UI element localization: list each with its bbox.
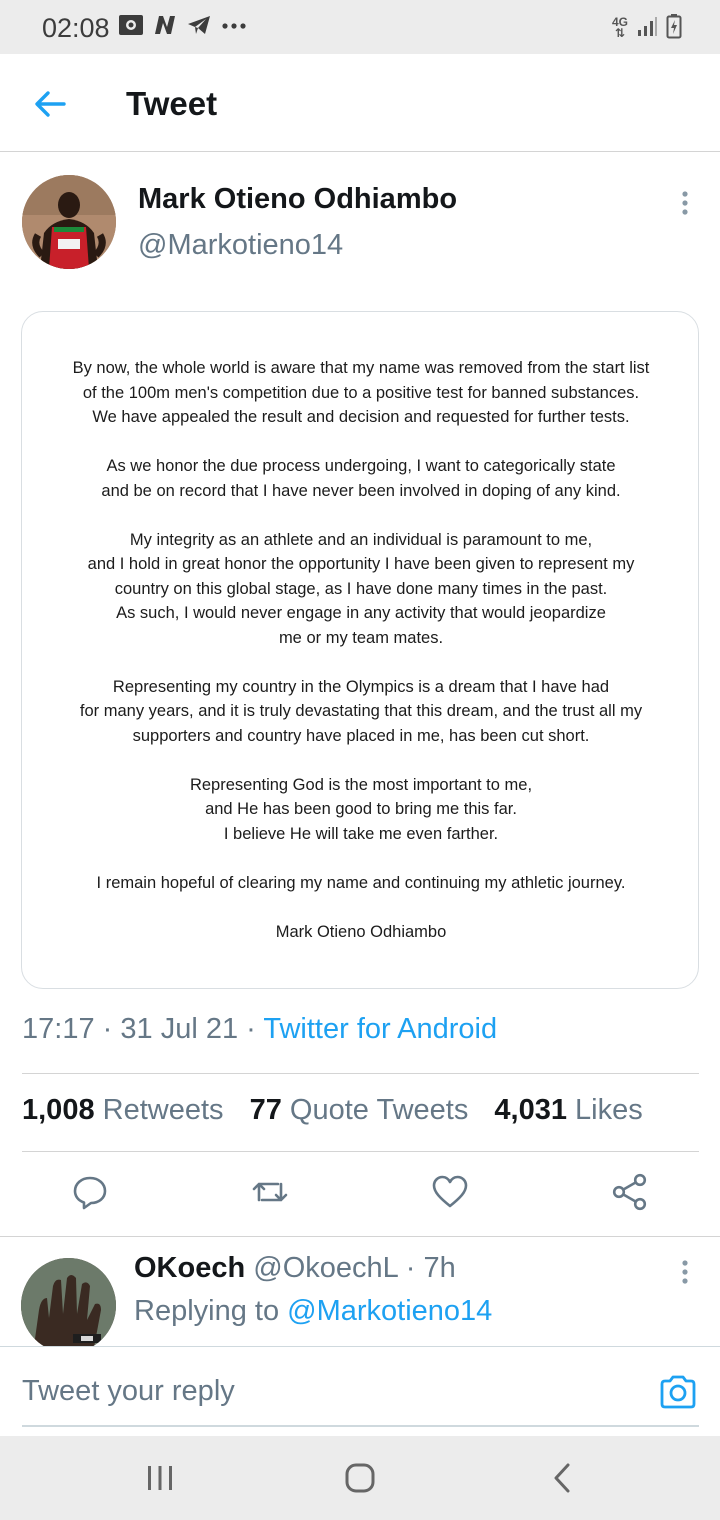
- notification-icons: [118, 14, 248, 40]
- quote-tweets-stat[interactable]: 77 Quote Tweets: [250, 1094, 469, 1126]
- statement-line: me or my team mates.: [278, 628, 444, 647]
- statement-line: As such, I would never engage in any act…: [116, 604, 606, 622]
- statement-paragraph: Representing God is the most important t…: [22, 773, 698, 847]
- statement-line: country on this global stage, as I have …: [114, 579, 608, 598]
- compose-underline: [22, 1425, 699, 1427]
- status-bar: 02:08 4G ⇅: [0, 0, 720, 54]
- statement-line: Representing God is the most important t…: [189, 775, 533, 794]
- replying-to-label: Replying to: [134, 1295, 280, 1327]
- system-nav-bar: [0, 1436, 720, 1520]
- status-time: 02:08: [42, 13, 110, 43]
- tweet-meta: 17:17 · 31 Jul 21 · Twitter for Android: [22, 1013, 497, 1046]
- app-header: Tweet: [0, 54, 720, 152]
- tweet-stats: 1,008 Retweets 77 Quote Tweets 4,031 Lik…: [22, 1094, 661, 1127]
- author-avatar[interactable]: [22, 175, 116, 269]
- statement-line: By now, the whole world is aware that my…: [72, 359, 650, 377]
- divider: [22, 1073, 699, 1074]
- statement-paragraph: Representing my country in the Olympics …: [22, 675, 698, 749]
- retweets-count: 1,008: [22, 1094, 95, 1126]
- quotes-count: 77: [249, 1094, 282, 1126]
- retweet-icon[interactable]: [250, 1172, 290, 1212]
- likes-count: 4,031: [494, 1094, 567, 1126]
- more-notifications-icon: [220, 13, 248, 42]
- meta-separator: ·: [102, 1013, 113, 1045]
- page-title: Tweet: [126, 85, 218, 122]
- statement-line: I believe He will take me even farther.: [223, 824, 499, 843]
- compose-bar: [0, 1346, 720, 1436]
- retweets-stat[interactable]: 1,008 Retweets: [22, 1094, 224, 1126]
- camera-icon[interactable]: [658, 1373, 698, 1411]
- quotes-label: Quote Tweets: [289, 1094, 469, 1126]
- statement-line: and I hold in great honor the opportunit…: [87, 555, 635, 573]
- statement-line: As we honor the due process undergoing, …: [106, 457, 616, 475]
- more-options-icon[interactable]: [672, 188, 698, 218]
- network-type-text: 4G: [611, 15, 628, 29]
- tweet-actions: [0, 1172, 720, 1217]
- reply-author-name[interactable]: OKoech: [134, 1252, 245, 1284]
- author-handle[interactable]: @Markotieno14: [138, 229, 343, 262]
- reply-header: OKoech @OkoechL · 7h: [134, 1252, 456, 1285]
- statement-line: We have appealed the result and decision…: [92, 408, 630, 426]
- reply-input[interactable]: [22, 1367, 632, 1415]
- tweet-source-link[interactable]: Twitter for Android: [263, 1013, 497, 1045]
- telegram-icon: [186, 13, 212, 42]
- statement-line: My integrity as an athlete and an indivi…: [129, 530, 593, 549]
- statement-line: I remain hopeful of clearing my name and…: [96, 873, 626, 892]
- statement-paragraph: I remain hopeful of clearing my name and…: [22, 871, 698, 896]
- back-arrow-icon[interactable]: [30, 84, 70, 124]
- section-divider: [0, 1236, 720, 1237]
- statement-line: for many years, and it is truly devastat…: [79, 702, 643, 720]
- replying-to-handle[interactable]: @Markotieno14: [287, 1295, 492, 1327]
- likes-stat[interactable]: 4,031 Likes: [494, 1094, 642, 1126]
- share-icon[interactable]: [610, 1172, 650, 1212]
- reply-separator: ·: [405, 1252, 416, 1284]
- statement-image[interactable]: By now, the whole world is aware that my…: [21, 311, 699, 989]
- statement-paragraph: My integrity as an athlete and an indivi…: [22, 528, 698, 651]
- statement-text: By now, the whole world is aware that my…: [22, 356, 698, 944]
- system-back-icon[interactable]: [542, 1462, 582, 1494]
- like-icon[interactable]: [430, 1172, 470, 1212]
- divider: [22, 1151, 699, 1152]
- reply-author-avatar[interactable]: [21, 1258, 116, 1353]
- reply-author-handle[interactable]: @OkoechL: [253, 1252, 397, 1284]
- network-type-label: 4G ⇅: [611, 15, 628, 40]
- statement-paragraph: As we honor the due process undergoing, …: [22, 454, 698, 503]
- statement-line: supporters and country have placed in me…: [132, 726, 590, 745]
- likes-label: Likes: [575, 1094, 643, 1126]
- author-name[interactable]: Mark Otieno Odhiambo: [138, 183, 457, 216]
- signal-icon: [636, 15, 658, 42]
- image-notification-icon: [118, 13, 144, 42]
- statement-line: and be on record that I have never been …: [101, 481, 621, 500]
- retweets-label: Retweets: [102, 1094, 224, 1126]
- replying-to: Replying to @Markotieno14: [134, 1295, 492, 1328]
- statement-line: and He has been good to bring me this fa…: [205, 800, 517, 818]
- battery-icon: [666, 13, 682, 44]
- reply-more-options-icon[interactable]: [672, 1257, 698, 1287]
- meta-separator: ·: [246, 1013, 256, 1045]
- reply-time: 7h: [423, 1252, 456, 1284]
- statement-line: of the 100m men's competition due to a p…: [82, 383, 640, 402]
- statement-paragraph: By now, the whole world is aware that my…: [22, 356, 698, 430]
- reply-icon[interactable]: [70, 1172, 110, 1212]
- statement-line: Representing my country in the Olympics …: [112, 677, 610, 696]
- tweet-date: 31 Jul 21: [120, 1013, 239, 1045]
- home-icon[interactable]: [340, 1462, 380, 1494]
- system-icons: 4G ⇅: [611, 13, 682, 44]
- tweet-time: 17:17: [22, 1013, 95, 1045]
- statement-signature: Mark Otieno Odhiambo: [275, 922, 447, 941]
- news-notification-icon: [152, 13, 178, 42]
- recent-apps-icon[interactable]: [140, 1462, 180, 1494]
